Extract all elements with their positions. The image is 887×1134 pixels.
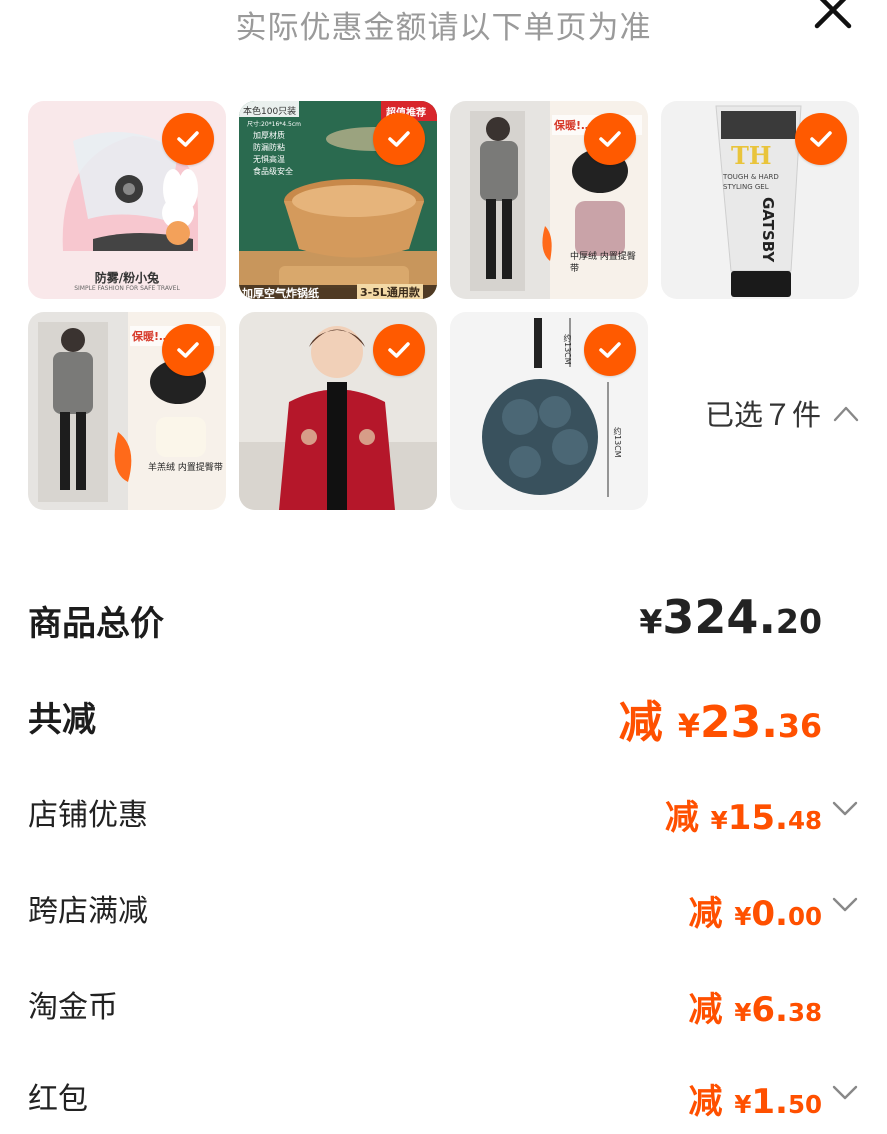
check-icon[interactable] [162, 324, 214, 376]
chevron-up-icon [833, 406, 859, 422]
product-thumb-helmet[interactable]: 防雾/粉小兔 SIMPLE FASHION FOR SAFE TRAVEL [28, 101, 226, 299]
discount-prefix: 减 [688, 894, 735, 934]
red-packet-row[interactable]: 红包 减 ¥1.50 [28, 1074, 858, 1134]
price-integer: 0. [751, 894, 788, 934]
currency-symbol: ¥ [734, 1090, 752, 1119]
product-line: TOUGH & HARD [723, 173, 779, 181]
price-decimal: 38 [787, 998, 822, 1027]
product-subcaption: SIMPLE FASHION FOR SAFE TRAVEL [74, 285, 180, 292]
check-icon[interactable] [584, 324, 636, 376]
product-thumb-fleece-leggings[interactable]: 保暖!… 羊羔绒 内置提臀带 [28, 312, 226, 510]
product-point: 防漏防粘 [253, 143, 285, 152]
price-integer: 1. [751, 1082, 788, 1122]
currency-symbol: ¥ [677, 709, 700, 745]
product-spec: 尺寸:20*16*4.5cm [247, 121, 301, 128]
product-point: 加厚材质 [253, 131, 285, 140]
price-decimal: 50 [787, 1090, 822, 1119]
currency-symbol: ¥ [639, 602, 663, 641]
price-decimal: 00 [787, 902, 822, 931]
chevron-down-icon[interactable] [832, 800, 858, 816]
red-packet-value: 减 ¥1.50 [688, 1074, 822, 1123]
check-icon[interactable] [795, 113, 847, 165]
discount-prefix: 减 [688, 990, 735, 1030]
cross-store-discount-value: 减 ¥0.00 [688, 886, 822, 935]
check-icon[interactable] [162, 113, 214, 165]
product-point: 无惧高温 [253, 155, 285, 164]
total-price-row: 商品总价 ¥324.20 [28, 590, 858, 656]
product-caption: 中厚绒 内置提臀带 [570, 252, 636, 274]
store-discount-row[interactable]: 店铺优惠 减 ¥15.48 [28, 790, 858, 850]
price-integer: 6. [751, 990, 788, 1030]
product-dimension: 约13CM [563, 334, 572, 365]
selected-count-toggle[interactable]: 已选７件 [705, 392, 859, 434]
taobao-coin-row: 淘金币 减 ¥6.38 [28, 982, 858, 1042]
product-point: 食品级安全 [253, 167, 293, 176]
product-thumb-bath-sponge[interactable]: 约13CM 约13CM [450, 312, 648, 510]
total-price-label: 商品总价 [28, 604, 164, 644]
price-integer: 15. [727, 798, 788, 838]
check-icon[interactable] [373, 113, 425, 165]
discount-prefix: 减 [688, 1082, 735, 1122]
close-button[interactable] [809, 0, 857, 34]
product-caption: 防雾/粉小兔 [94, 271, 160, 285]
currency-symbol: ¥ [710, 806, 728, 835]
check-icon[interactable] [373, 324, 425, 376]
chevron-down-icon[interactable] [832, 896, 858, 912]
cross-store-discount-label: 跨店满减 [28, 894, 148, 929]
red-packet-label: 红包 [28, 1082, 88, 1117]
taobao-coin-value: 减 ¥6.38 [688, 982, 822, 1031]
chevron-down-icon[interactable] [832, 1084, 858, 1100]
product-brand: GATSBY [759, 197, 777, 263]
discount-prefix: 减 [664, 798, 711, 838]
product-caption: 羊羔绒 内置提臀带 [148, 463, 223, 473]
close-icon [814, 0, 852, 29]
currency-symbol: ¥ [734, 998, 752, 1027]
product-thumb-air-fryer-paper[interactable]: 超值推荐 本色100只装 尺寸:20*16*4.5cm 加厚材质 防漏防粘 无惧… [239, 101, 437, 299]
taobao-coin-label: 淘金币 [28, 990, 118, 1025]
product-thumb-hair-gel[interactable]: TH TOUGH & HARD STYLING GEL GATSBY [661, 101, 859, 299]
selected-count-label: 已选７件 [705, 398, 822, 432]
product-logo: TH [731, 141, 772, 170]
price-decimal: 20 [775, 602, 822, 641]
store-discount-label: 店铺优惠 [28, 798, 148, 833]
discount-disclaimer: 实际优惠金额请以下单页为准 [235, 10, 652, 46]
store-discount-value: 减 ¥15.48 [665, 790, 822, 839]
cross-store-discount-row[interactable]: 跨店满减 减 ¥0.00 [28, 886, 858, 946]
product-box-label: 本色100只装 [243, 107, 297, 117]
total-discount-label: 共减 [28, 700, 96, 740]
product-line: STYLING GEL [723, 183, 769, 191]
price-decimal: 48 [787, 806, 822, 835]
product-badge: 3-5L通用款 [357, 284, 423, 299]
price-integer: 23. [699, 697, 778, 748]
check-icon[interactable] [584, 113, 636, 165]
total-price-value: ¥324.20 [639, 590, 822, 644]
discount-prefix: 减 [618, 697, 678, 748]
price-integer: 324. [662, 590, 776, 644]
product-caption: 加厚空气炸锅纸 [242, 287, 319, 299]
total-discount-value: 减 ¥23.36 [619, 686, 822, 750]
product-dimension: 约13CM [613, 427, 622, 458]
total-discount-row: 共减 减 ¥23.36 [28, 692, 858, 752]
product-thumb-cardigan[interactable] [239, 312, 437, 510]
price-decimal: 36 [777, 709, 822, 745]
currency-symbol: ¥ [734, 902, 752, 931]
product-thumb-leggings[interactable]: 保暖!… 中厚绒 内置提臀带 [450, 101, 648, 299]
